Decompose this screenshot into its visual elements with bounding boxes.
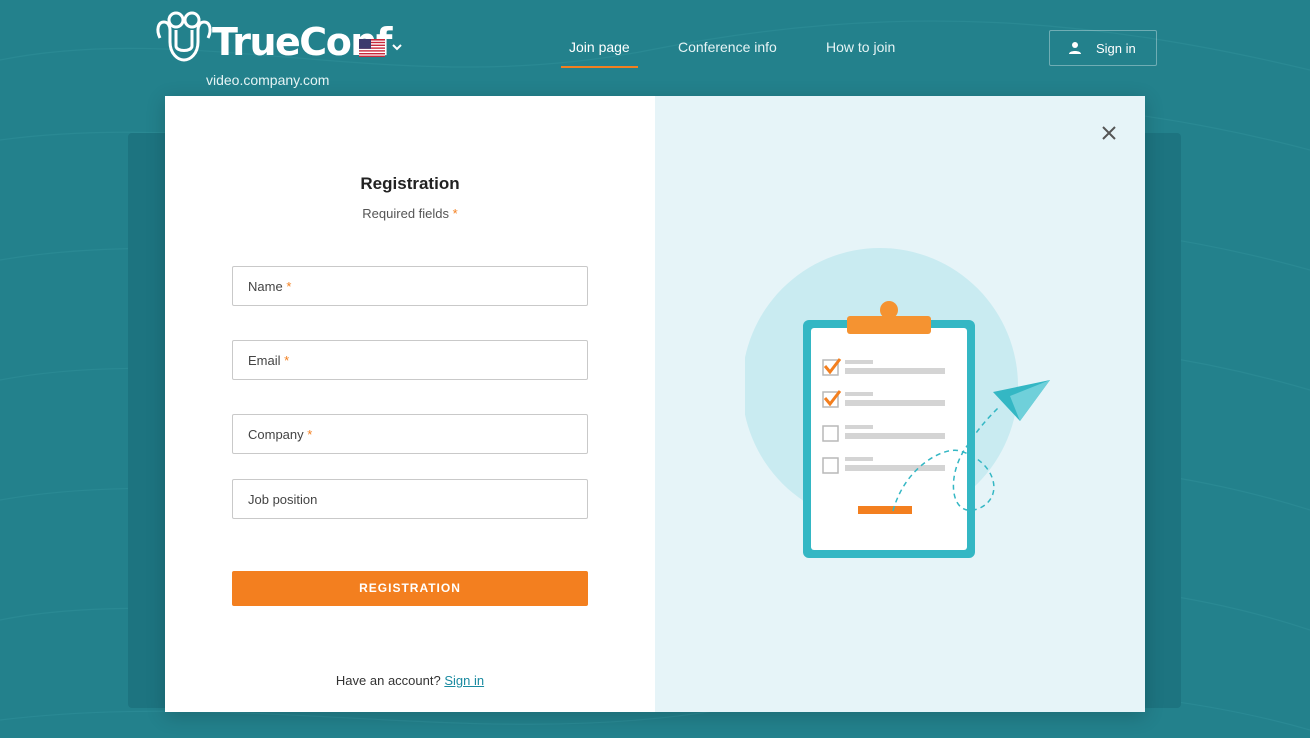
trueconf-logo[interactable]: TrueConf bbox=[154, 8, 392, 66]
required-hint-text: Required fields bbox=[362, 206, 450, 221]
tab-how-to-join[interactable]: How to join bbox=[826, 38, 895, 68]
required-marker: * bbox=[452, 206, 458, 221]
header-signin-button[interactable]: Sign in bbox=[1049, 30, 1157, 66]
language-selector[interactable] bbox=[359, 38, 405, 58]
server-domain: video.company.com bbox=[206, 72, 330, 88]
required-fields-hint: Required fields * bbox=[165, 206, 655, 222]
account-prompt-text: Have an account? bbox=[335, 673, 441, 688]
registration-modal: Registration Required fields * Name * Em… bbox=[165, 96, 1145, 712]
header-signin-label: Sign in bbox=[1096, 41, 1136, 56]
illustration-panel bbox=[655, 96, 1145, 712]
clipboard-illustration bbox=[745, 248, 1050, 558]
account-prompt: Have an account? Sign in bbox=[165, 673, 655, 689]
job-position-field-label: Job position bbox=[248, 492, 318, 507]
registration-form: Registration Required fields * Name * Em… bbox=[165, 96, 655, 712]
email-field-label: Email * bbox=[248, 353, 290, 368]
registration-submit-button[interactable]: REGISTRATION bbox=[232, 571, 588, 606]
tab-conference-info[interactable]: Conference info bbox=[678, 38, 777, 68]
person-icon bbox=[1069, 42, 1081, 54]
signin-link[interactable]: Sign in bbox=[444, 673, 484, 688]
job-position-field[interactable]: Job position bbox=[232, 479, 588, 519]
company-field[interactable]: Company * bbox=[232, 414, 588, 454]
company-field-label: Company * bbox=[248, 427, 313, 442]
close-icon[interactable] bbox=[1100, 124, 1118, 142]
modal-title: Registration bbox=[360, 174, 460, 193]
name-field-label: Name * bbox=[248, 279, 292, 294]
us-flag-icon bbox=[359, 39, 385, 57]
tab-join-page[interactable]: Join page bbox=[561, 38, 638, 68]
logo-mark-icon bbox=[156, 11, 212, 62]
email-field[interactable]: Email * bbox=[232, 340, 588, 380]
name-field[interactable]: Name * bbox=[232, 266, 588, 306]
chevron-down-icon bbox=[392, 44, 402, 51]
